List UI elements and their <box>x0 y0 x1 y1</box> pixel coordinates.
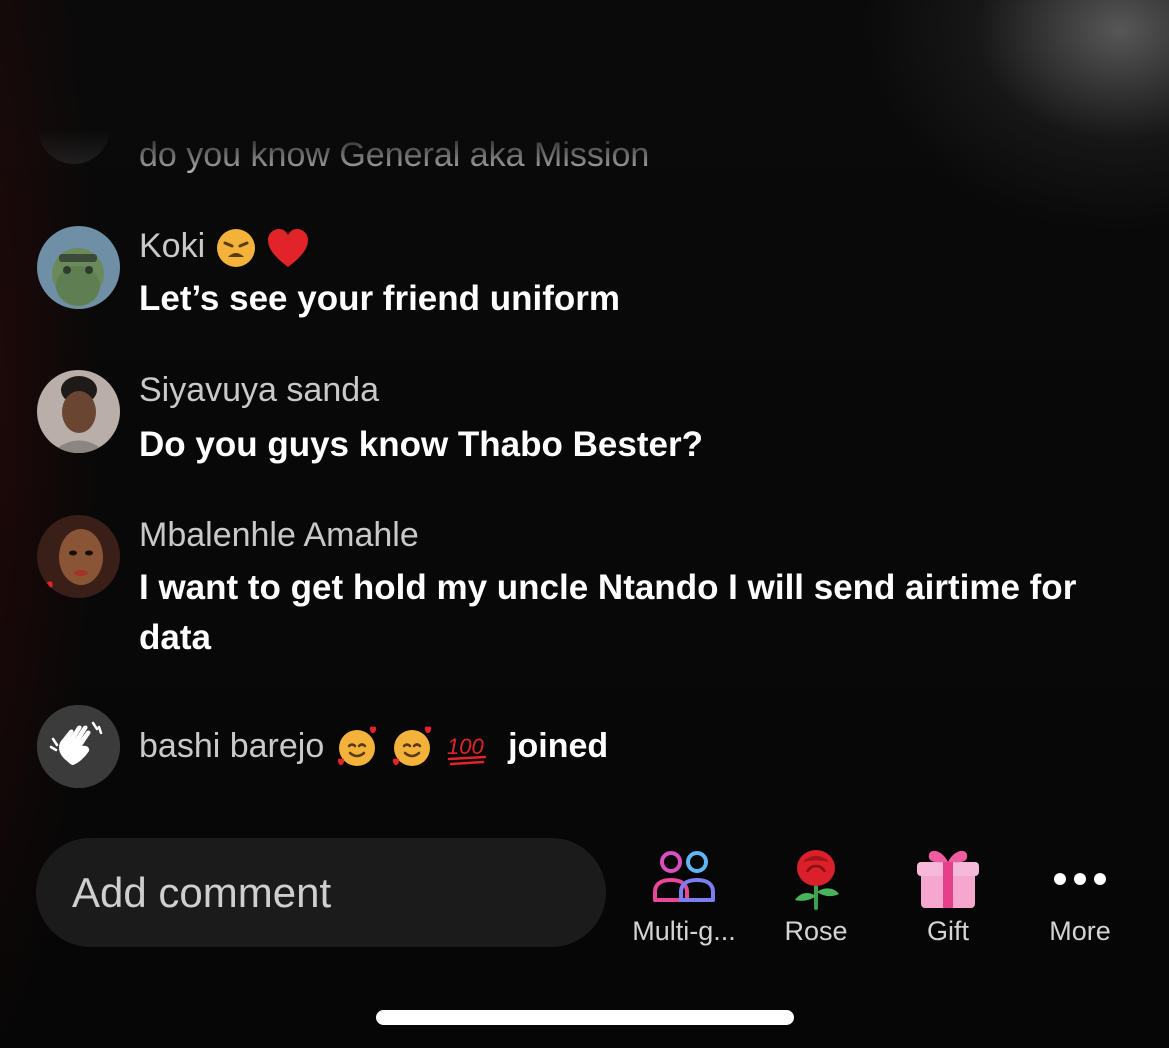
wave-icon <box>37 705 120 788</box>
hundred-points-icon: 100 <box>447 734 486 766</box>
multi-guest-icon <box>653 851 715 902</box>
username-text: Koki <box>139 227 206 265</box>
gift-label: Gift <box>926 916 969 946</box>
avatar[interactable] <box>37 370 120 453</box>
faded-comment-text: do you know General aka Mission <box>139 136 650 174</box>
comment-text: Do you guys know Thabo Bester? <box>139 425 703 464</box>
rose-label: Rose <box>784 916 848 946</box>
comment-username[interactable]: Koki <box>139 226 310 269</box>
avatar[interactable] <box>37 515 120 598</box>
rose-icon <box>795 850 839 910</box>
avatar <box>38 92 110 164</box>
join-line: bashi barejo 100 joined <box>139 725 608 771</box>
multi-guest-label: Multi-g... <box>632 916 736 946</box>
more-button[interactable]: More <box>1020 838 1140 953</box>
more-label: More <box>1049 916 1111 946</box>
red-heart-icon <box>268 229 309 268</box>
add-comment-input[interactable] <box>36 838 606 947</box>
comment-username[interactable]: Siyavuya sanda <box>139 370 379 410</box>
gift-icon <box>917 850 979 908</box>
more-dots-icon <box>1054 873 1106 885</box>
smiling-face-with-hearts-icon <box>337 726 376 766</box>
comment-text: Let’s see your friend uniform <box>139 279 621 318</box>
join-username[interactable]: bashi barejo <box>139 727 324 765</box>
comment-username[interactable]: Mbalenhle Amahle <box>139 515 419 555</box>
faded-comment: do you know General aka Mission <box>0 92 900 178</box>
avatar[interactable] <box>37 226 120 309</box>
smiling-face-with-hearts-icon <box>392 726 432 766</box>
bottom-bar: Multi-g... Rose Gift More <box>0 838 1169 958</box>
gift-button[interactable]: Gift <box>888 838 1008 953</box>
multi-guest-button[interactable]: Multi-g... <box>624 838 744 953</box>
rose-button[interactable]: Rose <box>756 838 876 953</box>
comment-feed[interactable]: do you know General aka Mission Koki Let… <box>0 0 1169 830</box>
svg-text:100: 100 <box>447 734 484 759</box>
comment-text: I want to get hold my uncle Ntando I wil… <box>139 568 1077 657</box>
home-indicator[interactable] <box>376 1010 794 1025</box>
weary-face-icon <box>216 229 255 268</box>
join-action-text: joined <box>508 726 609 765</box>
